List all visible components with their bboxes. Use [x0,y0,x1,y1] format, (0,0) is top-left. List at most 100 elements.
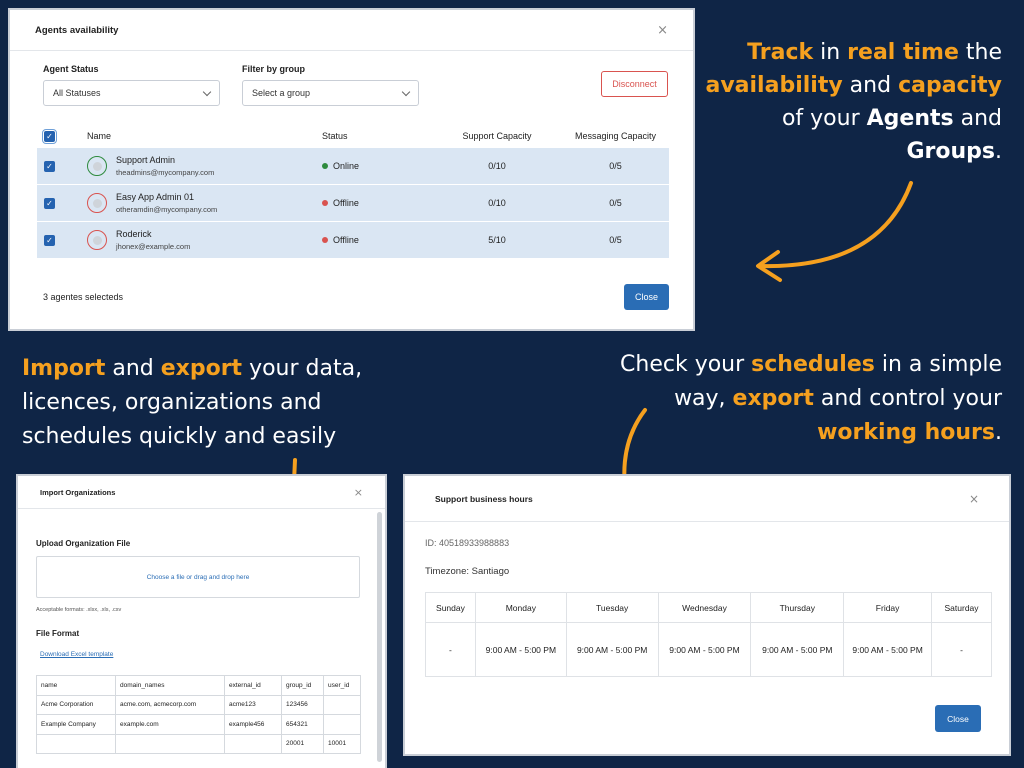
tagline-segment: Groups [906,139,995,164]
table-header-row: ✓ Name Status Support Capacity Messaging… [37,125,669,148]
table-row[interactable]: ✓ Easy App Admin 01 otheramdin@mycompany… [37,185,669,222]
business-hours-dialog: Support business hours × ID: 40518933988… [403,474,1011,756]
dropzone-label: Choose a file or drag and drop here [146,573,250,581]
tagline-segment: . [995,139,1002,164]
table-cell [115,733,225,754]
dialog-title: Support business hours [435,493,533,504]
tagline-import-export: Import and export your data, licences, o… [22,352,402,454]
schedule-table: Sunday Monday Tuesday Wednesday Thursday Frid… [425,592,992,677]
agent-status-filter: Agent Status All Statuses [43,64,220,106]
disconnect-button[interactable]: Disconnect [601,71,668,97]
timezone: Timezone: Santiago [425,566,510,577]
tagline-segment: export [160,356,243,381]
tagline-segment: Track [747,40,814,65]
table-cell: example456 [224,714,282,735]
day-header-monday: Monday [474,592,567,623]
download-template-link[interactable]: Download Excel template [40,651,113,658]
dialog-header: Agents availability × [10,10,693,51]
table-header-row: name domain_names external_id group_id user_… [36,675,361,696]
tagline-segment: and control your [813,386,1002,411]
chevron-down-icon [202,87,212,96]
agent-email: otheramdin@mycompany.com [116,205,218,214]
dialog-header: Support business hours × [405,476,1009,522]
support-capacity: 5/10 [488,235,506,245]
table-cell: external_id [224,675,282,696]
column-header-messaging-capacity: Messaging Capacity [574,131,657,141]
support-capacity: 0/10 [488,198,506,208]
close-icon[interactable]: × [354,486,363,499]
file-format-table: name domain_names external_id group_id user_… [36,675,361,754]
close-icon[interactable]: × [969,492,979,506]
agent-name: Roderick [116,229,152,239]
schedule-id: ID: 40518933988883 [425,538,510,548]
table-cell: domain_names [115,675,225,696]
agent-status: Offline [333,235,359,245]
table-row: Acme Corporation acme.com, acmecorp.com ac… [36,694,361,715]
filters: Agent Status All Statuses Filter by grou… [43,64,419,106]
select-all-checkbox[interactable]: ✓ [42,128,57,144]
close-button[interactable]: Close [935,705,981,732]
dialog-header: Import Organizations × [18,476,385,509]
messaging-capacity: 0/5 [609,235,622,245]
table-cell: Example Company [36,714,116,735]
agent-name: Easy App Admin 01 [116,192,195,202]
scrollbar[interactable] [377,512,382,762]
table-row[interactable]: ✓ Roderick jhonex@example.com Offline 5/… [37,222,669,259]
day-header-wednesday: Wednesday [657,592,752,623]
column-header-name: Name [87,131,112,141]
tagline-segment: . [995,420,1002,445]
table-cell: 20001 [281,733,324,754]
table-cell: Acme Corporation [36,694,116,715]
table-cell: example.com [115,714,225,735]
tagline-track: Track in real time the availability and … [682,36,1002,168]
tagline-schedules: Check your schedules in a simple way, ex… [592,348,1002,450]
group-filter-label: Filter by group [242,64,305,74]
table-cell: acme123 [224,694,282,715]
agent-status-select[interactable]: All Statuses [43,80,220,106]
tagline-segment: Import [22,356,106,381]
hours-cell-friday: 9:00 AM - 5:00 PM [843,622,933,677]
avatar [87,193,107,213]
table-cell: acme.com, acmecorp.com [115,694,225,715]
agent-status: Online [333,161,360,171]
status-dot-icon [322,237,328,243]
tagline-segment: Agents [866,106,954,131]
avatar [87,156,107,176]
day-header-thursday: Thursday [750,592,845,623]
tagline-segment: in [813,40,848,65]
column-header-status: Status [322,131,348,141]
hours-cell-sunday: - [425,622,476,677]
file-dropzone[interactable]: Choose a file or drag and drop here [36,556,360,598]
avatar [87,230,107,250]
tagline-segment: Check your [620,352,752,377]
formats-note: Acceptable formats: .xlsx, .xls, .csv [36,607,122,613]
group-select[interactable]: Select a group [242,80,419,106]
support-capacity: 0/10 [488,161,506,171]
table-row: Example Company example.com example456 6543… [36,714,361,735]
row-checkbox[interactable]: ✓ [44,234,55,246]
close-icon[interactable]: × [657,23,668,38]
day-header-sunday: Sunday [425,592,476,623]
tagline-segment: real time [847,40,959,65]
tagline-segment: working hours [817,420,995,445]
column-header-support-capacity: Support Capacity [462,131,532,141]
day-header-saturday: Saturday [931,592,992,623]
table-row[interactable]: ✓ Support Admin theadmins@mycompany.com … [37,148,669,185]
row-checkbox[interactable]: ✓ [44,197,55,209]
tagline-segment: the [958,40,1002,65]
agent-status-value: All Statuses [53,88,101,98]
table-cell [323,714,361,735]
hours-cell-thursday: 9:00 AM - 5:00 PM [750,622,845,677]
agent-name: Support Admin [116,155,176,165]
dialog-title: Agents availability [35,24,119,36]
table-cell [224,733,282,754]
close-button[interactable]: Close [624,284,669,310]
agent-status-label: Agent Status [43,64,99,74]
agent-email: theadmins@mycompany.com [116,168,215,177]
group-filter: Filter by group Select a group [242,64,419,106]
row-checkbox[interactable]: ✓ [44,160,55,172]
table-cell: 10001 [323,733,361,754]
hours-cell-wednesday: 9:00 AM - 5:00 PM [657,622,752,677]
tagline-segment: and [105,356,161,381]
selection-count: 3 agentes selecteds [43,292,124,302]
